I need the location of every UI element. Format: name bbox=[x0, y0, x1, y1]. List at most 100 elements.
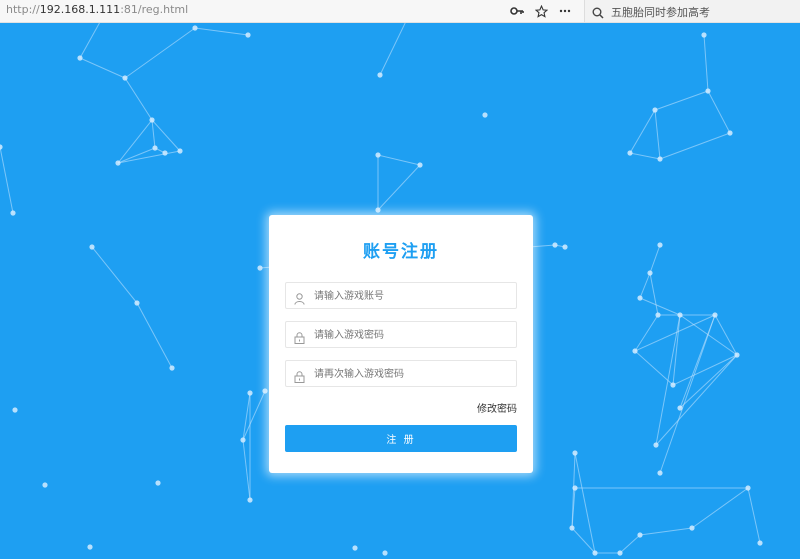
network-line bbox=[703, 34, 709, 92]
network-dot bbox=[122, 75, 128, 81]
network-dot bbox=[247, 390, 253, 396]
network-line bbox=[629, 109, 656, 154]
network-line bbox=[654, 109, 661, 160]
network-dot bbox=[377, 72, 383, 78]
network-line bbox=[91, 246, 138, 304]
network-dot bbox=[652, 107, 658, 113]
network-dot bbox=[155, 480, 161, 486]
network-line bbox=[379, 23, 406, 76]
network-dot bbox=[482, 112, 488, 118]
network-dot bbox=[757, 540, 763, 546]
network-line bbox=[714, 314, 738, 356]
network-line bbox=[634, 350, 674, 386]
network-dot bbox=[245, 32, 251, 38]
network-dot bbox=[617, 550, 623, 556]
network-line bbox=[377, 164, 421, 211]
network-line bbox=[691, 487, 749, 529]
confirm-password-input[interactable] bbox=[312, 361, 516, 388]
network-dot bbox=[12, 407, 18, 413]
network-dot bbox=[689, 525, 695, 531]
network-dot bbox=[562, 244, 568, 250]
network-line bbox=[649, 244, 661, 274]
network-dot bbox=[0, 144, 3, 150]
network-dot bbox=[89, 244, 95, 250]
network-dot bbox=[42, 482, 48, 488]
url-scheme: http:// bbox=[6, 3, 40, 16]
lock-icon bbox=[294, 368, 305, 387]
confirm-password-field bbox=[285, 360, 517, 388]
network-dot bbox=[727, 130, 733, 136]
network-line bbox=[654, 90, 709, 111]
network-dot bbox=[637, 295, 643, 301]
register-button[interactable]: 注 册 bbox=[285, 425, 517, 452]
network-dot bbox=[657, 470, 663, 476]
network-line bbox=[672, 314, 681, 386]
network-dot bbox=[670, 382, 676, 388]
network-dot bbox=[745, 485, 751, 491]
network-line bbox=[649, 272, 659, 316]
network-dot bbox=[169, 365, 175, 371]
network-dot bbox=[257, 265, 263, 271]
network-dot bbox=[712, 312, 718, 318]
network-line bbox=[659, 132, 731, 160]
key-icon[interactable] bbox=[508, 2, 526, 20]
network-dot bbox=[569, 525, 575, 531]
network-line bbox=[151, 119, 156, 149]
network-line bbox=[194, 27, 249, 36]
network-dot bbox=[657, 156, 663, 162]
account-input[interactable] bbox=[312, 283, 516, 310]
network-dot bbox=[701, 32, 707, 38]
network-line bbox=[377, 154, 421, 166]
user-icon bbox=[294, 290, 305, 309]
network-dot bbox=[382, 550, 388, 556]
network-dot bbox=[572, 450, 578, 456]
network-dot bbox=[552, 242, 558, 248]
network-dot bbox=[77, 55, 83, 61]
more-icon[interactable] bbox=[556, 2, 574, 20]
network-line bbox=[672, 354, 738, 386]
network-line bbox=[571, 527, 596, 554]
network-line bbox=[79, 57, 126, 79]
network-dot bbox=[134, 300, 140, 306]
search-query: 五胞胎同时参加高考 bbox=[611, 6, 710, 19]
url-path: :81/reg.html bbox=[120, 3, 189, 16]
lock-icon bbox=[294, 329, 305, 348]
network-dot bbox=[162, 150, 168, 156]
network-dot bbox=[87, 544, 93, 550]
network-line bbox=[639, 272, 651, 299]
network-dot bbox=[637, 532, 643, 538]
network-dot bbox=[262, 388, 268, 394]
network-line bbox=[124, 27, 196, 79]
register-card: 账号注册 修改密码 注 册 bbox=[269, 215, 533, 473]
change-password-link[interactable]: 修改密码 bbox=[477, 400, 517, 415]
network-dot bbox=[152, 145, 158, 151]
network-dot bbox=[352, 545, 358, 551]
network-dot bbox=[240, 437, 246, 443]
network-line bbox=[659, 314, 716, 474]
network-dot bbox=[375, 207, 381, 213]
network-line bbox=[707, 90, 731, 134]
network-dot bbox=[375, 152, 381, 158]
network-dot bbox=[647, 270, 653, 276]
network-line bbox=[747, 487, 761, 544]
network-line bbox=[117, 150, 181, 164]
network-dot bbox=[115, 160, 121, 166]
network-line bbox=[639, 297, 681, 316]
network-dot bbox=[10, 210, 16, 216]
network-line bbox=[679, 354, 738, 409]
search-box[interactable]: 五胞胎同时参加高考 bbox=[584, 0, 800, 22]
password-input[interactable] bbox=[312, 322, 516, 349]
account-field bbox=[285, 282, 517, 310]
network-line bbox=[629, 152, 661, 160]
network-dot bbox=[657, 242, 663, 248]
network-line bbox=[242, 439, 251, 501]
network-dot bbox=[177, 148, 183, 154]
network-dot bbox=[192, 25, 198, 31]
network-dot bbox=[149, 117, 155, 123]
network-dot bbox=[417, 162, 423, 168]
star-icon[interactable] bbox=[532, 2, 550, 20]
address-bar[interactable]: http://192.168.1.111:81/reg.html bbox=[6, 3, 188, 16]
network-line bbox=[79, 23, 101, 59]
search-icon bbox=[592, 4, 604, 23]
network-line bbox=[639, 527, 693, 536]
